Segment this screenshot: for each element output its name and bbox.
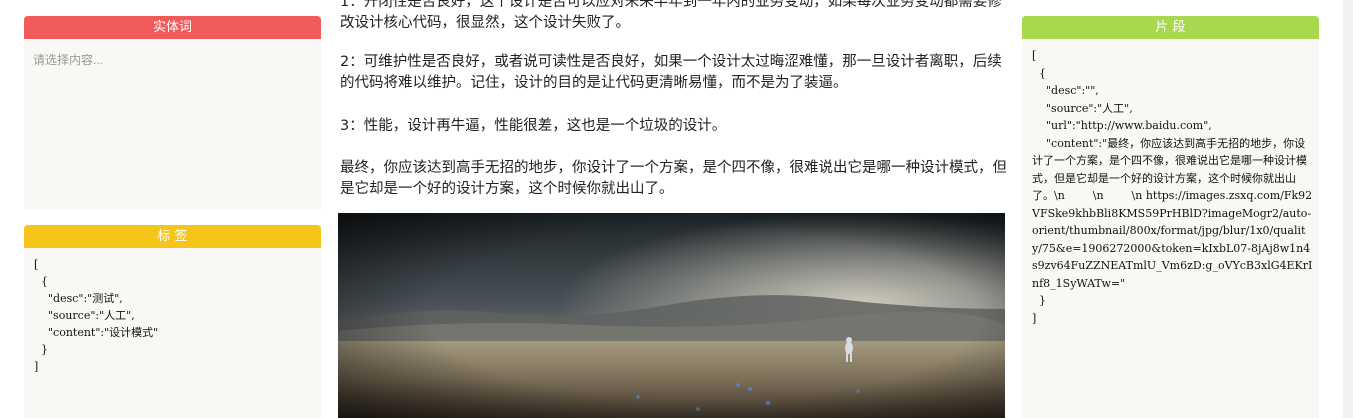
entity-placeholder[interactable]: 请选择内容...	[24, 39, 321, 68]
article-landscape-image	[338, 213, 1005, 418]
article-paragraph-1[interactable]: 1：开闭性是否良好，这个设计是否可以应对未来半年到一年内的业务变动，如果每次业务…	[340, 0, 1006, 34]
article-paragraph-3[interactable]: 3：性能，设计再牛逼，性能很差，这也是一个垃圾的设计。	[340, 116, 1006, 137]
fragment-panel-title: 片 段	[1022, 16, 1319, 39]
tags-panel: 标 签 [ { "desc":"测试", "source":"人工", "con…	[24, 225, 321, 418]
fragment-panel: 片 段 [ { "desc":"", "source":"人工", "url":…	[1022, 16, 1319, 418]
entity-panel: 实体词 请选择内容...	[24, 16, 321, 209]
entity-panel-title: 实体词	[24, 16, 321, 39]
page-scrollbar[interactable]	[1343, 0, 1353, 418]
tags-json-content[interactable]: [ { "desc":"测试", "source":"人工", "content…	[24, 248, 321, 375]
tags-panel-title: 标 签	[24, 225, 321, 248]
article-paragraph-4[interactable]: 最终，你应该达到高手无招的地步，你设计了一个方案，是个四不像，很难说出它是哪一种…	[340, 158, 1006, 200]
fragment-json-content[interactable]: [ { "desc":"", "source":"人工", "url":"htt…	[1022, 39, 1314, 327]
article-paragraph-2[interactable]: 2：可维护性是否良好，或者说可读性是否良好，如果一个设计太过晦涩难懂，那一旦设计…	[340, 52, 1006, 94]
article-content: 1：开闭性是否良好，这个设计是否可以应对未来半年到一年内的业务变动，如果每次业务…	[338, 0, 1006, 418]
